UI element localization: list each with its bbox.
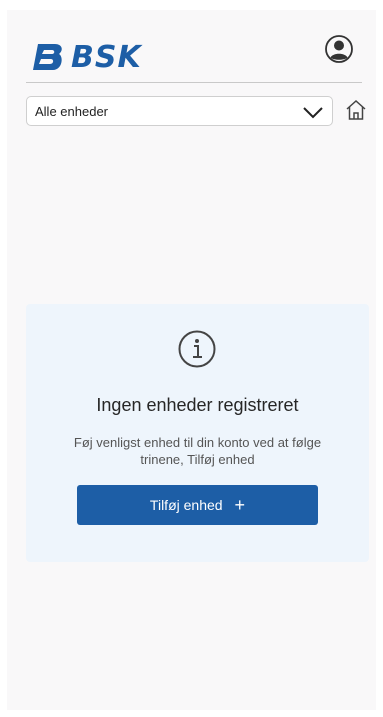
device-filter-row: Alle enheder [26,96,376,128]
empty-state-message: Føj venligst enhed til din konto ved at … [73,435,322,467]
plus-icon: + [234,495,246,515]
home-button[interactable] [344,98,368,122]
empty-state-title: Ingen enheder registreret [96,395,299,415]
add-device-button-label: Tilføj enhed [149,497,223,513]
bsk-logo-mark-icon [33,44,62,70]
profile-button[interactable] [324,34,354,64]
device-select[interactable]: Alle enheder [26,96,333,126]
home-icon [346,99,366,120]
info-icon [178,330,216,368]
logo-text: BSK [71,39,142,75]
bsk-logo: BSK [29,39,142,75]
user-circle-icon [325,35,353,63]
empty-state-card: Ingen enheder registreret Føj venligst e… [26,304,369,562]
app-screen: BSK Alle enheder Ingen enheder registrer… [7,10,376,710]
header: BSK [26,30,362,83]
add-device-button[interactable]: Tilføj enhed + [77,485,318,525]
chevron-down-icon [303,107,323,119]
device-select-value: Alle enheder [35,104,108,119]
